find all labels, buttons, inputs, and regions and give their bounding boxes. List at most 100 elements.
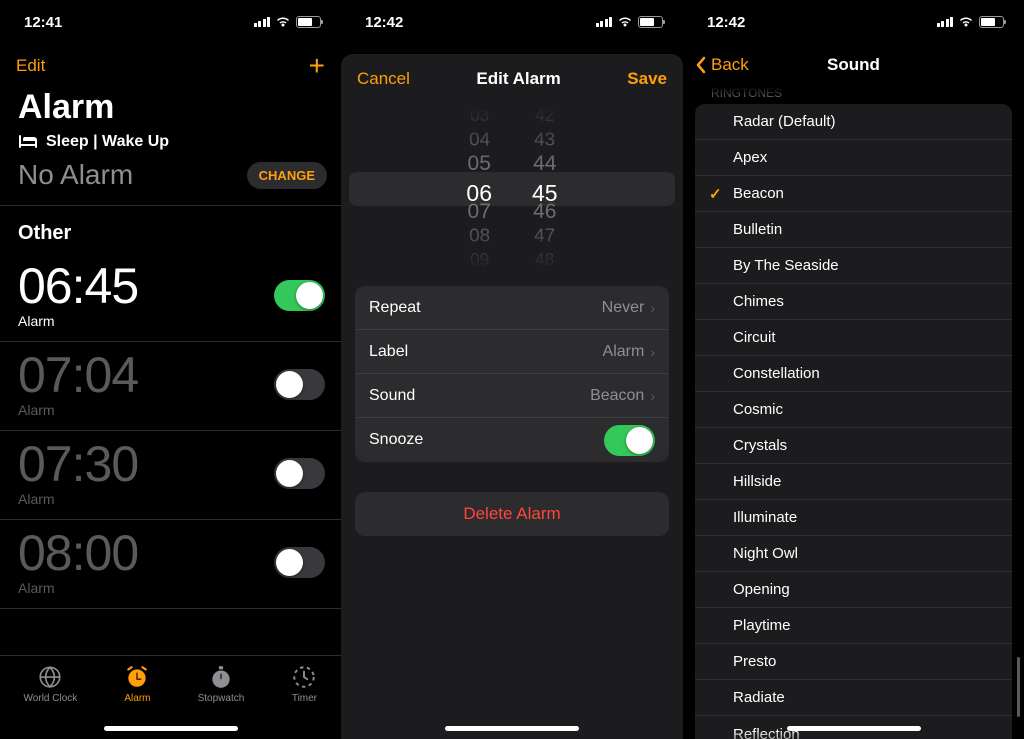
status-bar: 12:42 xyxy=(683,0,1024,44)
sound-picker-screen: 12:42 Back Sound Ringtones Radar (Defaul… xyxy=(683,0,1024,739)
alarm-list: 06:45Alarm07:04Alarm07:30Alarm08:00Alarm xyxy=(0,253,341,609)
hour-column[interactable]: 03040506070809 xyxy=(466,104,492,272)
edit-button[interactable]: Edit xyxy=(16,56,45,76)
status-right xyxy=(254,16,322,28)
ringtone-item[interactable]: ✓Beacon xyxy=(695,176,1012,212)
tab-label: Stopwatch xyxy=(198,693,245,704)
picker-value: 07 xyxy=(468,200,491,224)
ringtone-item[interactable]: Crystals xyxy=(695,428,1012,464)
alarm-label: Alarm xyxy=(18,313,138,329)
home-indicator[interactable] xyxy=(104,726,238,731)
status-time: 12:41 xyxy=(24,14,62,31)
ringtone-item[interactable]: Radar (Default) xyxy=(695,104,1012,140)
alarm-row[interactable]: 06:45 Alarm xyxy=(0,253,341,342)
alarm-label: Alarm xyxy=(18,402,138,418)
alarm-switch[interactable] xyxy=(274,369,325,400)
tab-world-clock[interactable]: World Clock xyxy=(24,664,78,704)
ringtone-item[interactable]: Cosmic xyxy=(695,392,1012,428)
snooze-row: Snooze xyxy=(355,418,669,462)
battery-icon xyxy=(638,16,663,28)
picker-value: 48 xyxy=(535,250,554,270)
repeat-value: Never xyxy=(602,299,645,317)
ringtone-item[interactable]: By The Seaside xyxy=(695,248,1012,284)
tab-label: Timer xyxy=(292,693,317,704)
home-indicator[interactable] xyxy=(787,726,921,731)
cellular-icon xyxy=(254,17,271,27)
add-alarm-button[interactable]: + xyxy=(309,52,325,80)
scroll-indicator[interactable] xyxy=(1017,657,1020,717)
battery-icon xyxy=(979,16,1004,28)
chevron-left-icon xyxy=(695,56,707,74)
tab-alarm[interactable]: Alarm xyxy=(124,664,150,704)
sound-value: Beacon xyxy=(590,387,644,405)
alarm-time: 07:30 xyxy=(18,439,138,489)
alarm-time: 06:45 xyxy=(18,261,138,311)
alarm-time: 07:04 xyxy=(18,350,138,400)
alarm-label: Alarm xyxy=(18,580,138,596)
alarm-row[interactable]: 07:30 Alarm xyxy=(0,431,341,520)
ringtone-name: Illuminate xyxy=(733,509,797,526)
cancel-button[interactable]: Cancel xyxy=(357,69,410,89)
alarm-icon xyxy=(124,664,150,690)
alarm-row[interactable]: 07:04 Alarm xyxy=(0,342,341,431)
edit-alarm-sheet: Cancel Edit Alarm Save 03040506070809 42… xyxy=(341,54,683,739)
save-button[interactable]: Save xyxy=(627,69,667,89)
ringtone-item[interactable]: Playtime xyxy=(695,608,1012,644)
cellular-icon xyxy=(937,17,954,27)
section-header: Ringtones xyxy=(683,86,1024,104)
sleep-alarm-row: No Alarm CHANGE xyxy=(0,157,341,206)
alarm-switch[interactable] xyxy=(274,280,325,311)
picker-value: 03 xyxy=(470,106,489,126)
minute-column[interactable]: 42434445464748 xyxy=(532,104,558,272)
nav-bar: Back Sound xyxy=(683,44,1024,86)
wifi-icon xyxy=(275,16,291,28)
status-bar: 12:42 xyxy=(341,0,683,44)
ringtone-item[interactable]: Presto xyxy=(695,644,1012,680)
tab-stopwatch[interactable]: Stopwatch xyxy=(198,664,245,704)
checkmark-icon: ✓ xyxy=(709,185,733,203)
home-indicator[interactable] xyxy=(445,726,579,731)
alarm-switch[interactable] xyxy=(274,458,325,489)
label-key: Label xyxy=(369,343,408,361)
ringtone-name: Night Owl xyxy=(733,545,798,562)
picker-value: 04 xyxy=(469,129,490,151)
time-picker[interactable]: 03040506070809 42434445464748 xyxy=(349,104,675,272)
ringtone-item[interactable]: Radiate xyxy=(695,680,1012,716)
sound-row[interactable]: Sound Beacon› xyxy=(355,374,669,418)
status-time: 12:42 xyxy=(365,14,403,31)
ringtone-item[interactable]: Night Owl xyxy=(695,536,1012,572)
ringtone-name: Radar (Default) xyxy=(733,113,836,130)
ringtone-item[interactable]: Hillside xyxy=(695,464,1012,500)
delete-alarm-button[interactable]: Delete Alarm xyxy=(355,492,669,536)
battery-icon xyxy=(296,16,321,28)
edit-alarm-screen: 12:42 Cancel Edit Alarm Save 03040506070… xyxy=(341,0,683,739)
ringtone-name: Apex xyxy=(733,149,767,166)
alarm-switch[interactable] xyxy=(274,547,325,578)
ringtone-item[interactable]: Bulletin xyxy=(695,212,1012,248)
ringtone-item[interactable]: Illuminate xyxy=(695,500,1012,536)
label-row[interactable]: Label Alarm› xyxy=(355,330,669,374)
alarm-row[interactable]: 08:00Alarm xyxy=(0,520,341,609)
tab-timer[interactable]: Timer xyxy=(291,664,317,704)
label-value: Alarm xyxy=(603,343,645,361)
back-button[interactable]: Back xyxy=(695,55,749,75)
ringtone-name: Playtime xyxy=(733,617,791,634)
ringtone-item[interactable]: Chimes xyxy=(695,284,1012,320)
alarm-list-screen: 12:41 Edit + Alarm Sleep | Wake Up No Al… xyxy=(0,0,341,739)
change-button[interactable]: CHANGE xyxy=(247,162,327,189)
back-label: Back xyxy=(711,55,749,75)
no-alarm-label: No Alarm xyxy=(18,159,133,191)
ringtone-item[interactable]: Constellation xyxy=(695,356,1012,392)
ringtone-item[interactable]: Apex xyxy=(695,140,1012,176)
ringtone-item[interactable]: Opening xyxy=(695,572,1012,608)
sleep-section-header: Sleep | Wake Up xyxy=(0,133,341,157)
status-time: 12:42 xyxy=(707,14,745,31)
chevron-right-icon: › xyxy=(650,300,655,316)
alarm-label: Alarm xyxy=(18,491,138,507)
repeat-row[interactable]: Repeat Never› xyxy=(355,286,669,330)
ringtone-name: Constellation xyxy=(733,365,820,382)
ringtone-item[interactable]: Circuit xyxy=(695,320,1012,356)
ringtone-name: Hillside xyxy=(733,473,781,490)
snooze-switch[interactable] xyxy=(604,425,655,456)
ringtone-list: Radar (Default) Apex ✓BeaconBulletinBy The… xyxy=(695,104,1012,739)
